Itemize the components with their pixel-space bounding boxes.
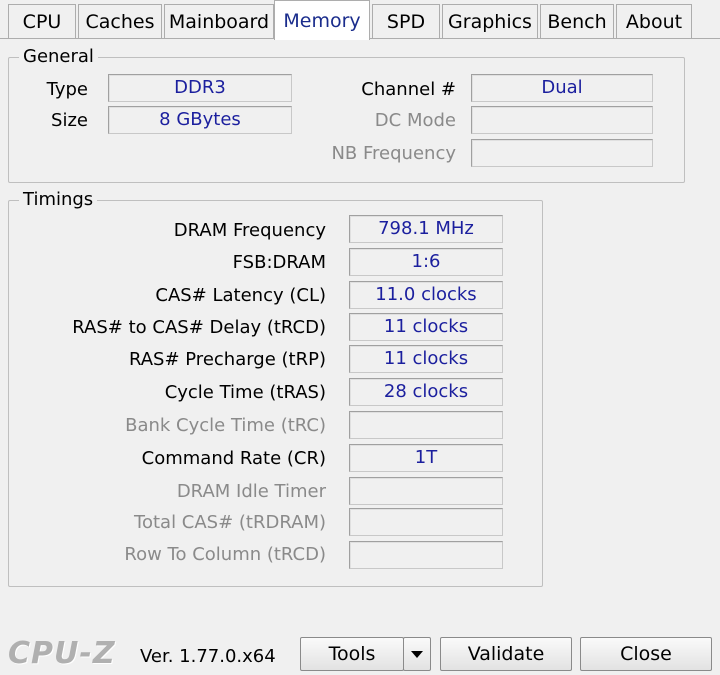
nb-frequency-label: NB Frequency (331, 143, 456, 164)
tab-spd[interactable]: SPD (372, 4, 440, 38)
ras-precharge-label: RAS# Precharge (tRP) (128, 349, 326, 370)
fsb-dram-value: 1:6 (349, 248, 503, 276)
bank-cycle-time-value (349, 411, 503, 439)
tab-mainboard[interactable]: Mainboard (164, 4, 274, 38)
nb-frequency-value (471, 139, 653, 167)
bank-cycle-time-label: Bank Cycle Time (tRC) (125, 415, 326, 436)
dram-idle-timer-label: DRAM Idle Timer (176, 481, 326, 502)
size-label: Size (51, 110, 88, 131)
version-text: Ver. 1.77.0.x64 (140, 646, 276, 667)
type-value: DDR3 (108, 74, 292, 102)
command-rate-value: 1T (349, 444, 503, 472)
dram-idle-timer-value (349, 477, 503, 505)
chevron-down-icon (411, 650, 423, 658)
total-cas-value (349, 508, 503, 536)
channel-label: Channel # (361, 79, 456, 100)
validate-button[interactable]: Validate (440, 637, 572, 671)
tab-graphics[interactable]: Graphics (442, 4, 538, 38)
ras-precharge-value: 11 clocks (349, 345, 503, 373)
channel-value: Dual (471, 74, 653, 102)
type-label: Type (46, 79, 88, 100)
dram-frequency-label: DRAM Frequency (173, 220, 326, 241)
dc-mode-label: DC Mode (374, 110, 456, 131)
cpu-z-logo: CPU-Z (8, 636, 116, 671)
tab-cpu[interactable]: CPU (8, 4, 76, 38)
command-rate-label: Command Rate (CR) (141, 448, 326, 469)
dc-mode-value (471, 106, 653, 134)
ras-to-cas-value: 11 clocks (349, 313, 503, 341)
tab-bench[interactable]: Bench (540, 4, 614, 38)
size-value: 8 GBytes (108, 106, 292, 134)
row-to-column-value (349, 541, 503, 569)
tab-bar: CPU Caches Mainboard Memory SPD Graphics… (0, 0, 720, 40)
fsb-dram-label: FSB:DRAM (232, 252, 326, 273)
general-group-title: General (19, 45, 98, 69)
cas-latency-label: CAS# Latency (CL) (155, 285, 326, 306)
tools-dropdown-button[interactable] (403, 637, 431, 671)
tab-caches[interactable]: Caches (78, 4, 162, 38)
dram-frequency-value: 798.1 MHz (349, 215, 503, 243)
tab-memory[interactable]: Memory (274, 0, 370, 40)
tools-button[interactable]: Tools (300, 637, 404, 671)
close-button[interactable]: Close (580, 637, 712, 671)
timings-group-title: Timings (19, 188, 98, 212)
ras-to-cas-label: RAS# to CAS# Delay (tRCD) (72, 317, 326, 338)
tab-about[interactable]: About (616, 4, 692, 38)
row-to-column-label: Row To Column (tRCD) (124, 544, 326, 565)
cycle-time-value: 28 clocks (349, 378, 503, 406)
total-cas-label: Total CAS# (tRDRAM) (134, 512, 326, 533)
cycle-time-label: Cycle Time (tRAS) (164, 382, 326, 403)
cas-latency-value: 11.0 clocks (349, 281, 503, 309)
